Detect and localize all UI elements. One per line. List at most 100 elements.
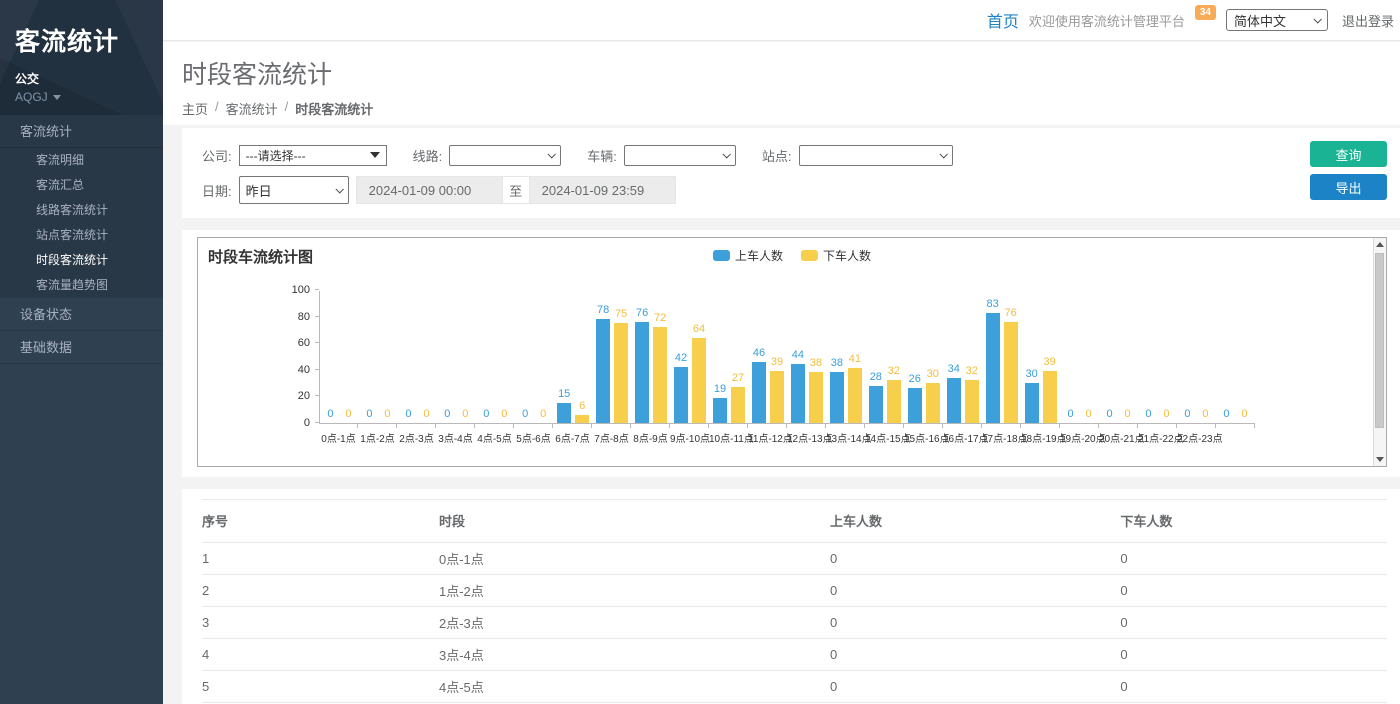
bar-value-label: 0	[522, 408, 528, 420]
bar-value-label: 78	[597, 304, 609, 316]
y-axis-tick-mark	[315, 395, 319, 396]
legend-item-上车人数[interactable]: 上车人数	[713, 247, 783, 264]
sidebar-item-客流量趋势图[interactable]: 客流量趋势图	[0, 273, 163, 298]
export-button[interactable]: 导出	[1310, 174, 1387, 200]
query-button[interactable]: 查询	[1310, 141, 1387, 167]
bar-group-19: 3039	[1021, 290, 1060, 423]
scrollbar-thumb[interactable]	[1375, 253, 1384, 428]
y-axis-tick-mark	[315, 422, 319, 423]
bar-上车人数[interactable]: 34	[947, 378, 961, 423]
bar-上车人数[interactable]: 38	[830, 372, 844, 423]
caret-down-icon	[53, 95, 61, 100]
bar-下车人数[interactable]: 32	[887, 380, 901, 423]
bar-下车人数[interactable]: 64	[692, 338, 706, 423]
chart-legend: 上车人数 下车人数	[713, 247, 871, 264]
table-cell: 0	[1120, 671, 1387, 703]
sidebar-menu: 客流统计客流明细客流汇总线路客流统计站点客流统计时段客流统计客流量趋势图设备状态…	[0, 115, 163, 364]
sidebar-item-设备状态[interactable]: 设备状态	[0, 298, 163, 331]
bar-value-label: 0	[462, 408, 468, 420]
bar-下车人数[interactable]: 41	[848, 368, 862, 423]
bar-group-7: 15 6	[554, 290, 593, 423]
legend-label: 下车人数	[823, 247, 871, 264]
scrollbar-up-arrow[interactable]	[1374, 238, 1386, 251]
bar-上车人数[interactable]: 19	[713, 398, 727, 423]
legend-item-下车人数[interactable]: 下车人数	[801, 247, 871, 264]
breadcrumb-separator: /	[285, 99, 289, 118]
x-axis-label: 16点-17点	[943, 430, 982, 445]
y-axis-tick-mark	[315, 316, 319, 317]
sidebar-item-线路客流统计[interactable]: 线路客流统计	[0, 198, 163, 223]
date-end-input[interactable]: 2024-01-09 23:59	[529, 176, 676, 204]
bar-上车人数[interactable]: 30	[1025, 383, 1039, 423]
x-axis-ticks	[319, 424, 1255, 428]
breadcrumb-item-2[interactable]: 客流统计	[226, 99, 278, 118]
table-cell: 1	[202, 543, 439, 575]
bar-上车人数[interactable]: 46	[752, 362, 766, 423]
x-axis-label: 8点-9点	[631, 430, 670, 445]
line-select[interactable]	[449, 145, 561, 166]
bar-下车人数[interactable]: 72	[653, 327, 667, 423]
sidebar-item-基础数据[interactable]: 基础数据	[0, 331, 163, 364]
triangle-down-icon	[370, 152, 380, 158]
bar-下车人数[interactable]: 76	[1004, 322, 1018, 423]
bar-下车人数[interactable]: 32	[965, 380, 979, 423]
notification-badge[interactable]: 34	[1195, 5, 1216, 20]
x-axis-label: 2点-3点	[397, 430, 436, 445]
bar-group-5: 00	[476, 290, 515, 423]
chevron-down-icon	[335, 185, 343, 193]
x-axis-tick	[514, 424, 553, 428]
chevron-down-icon	[722, 150, 730, 158]
chart-plot: 0204060801000000000000001567875767242641…	[319, 291, 1255, 445]
date-preset-select[interactable]: 昨日	[239, 176, 349, 204]
home-link[interactable]: 首页	[987, 8, 1019, 32]
bar-上车人数[interactable]: 28	[869, 386, 883, 423]
bar-上车人数[interactable]: 15	[557, 403, 571, 423]
bar-上车人数[interactable]: 76	[635, 322, 649, 423]
bar-下车人数[interactable]: 39	[1043, 371, 1057, 423]
bar-下车人数[interactable]: 27	[731, 387, 745, 423]
logout-link[interactable]: 退出登录	[1342, 11, 1394, 30]
bar-下车人数[interactable]: 6	[575, 415, 589, 423]
sidebar-item-客流统计[interactable]: 客流统计	[0, 115, 163, 148]
language-select[interactable]: 简体中文	[1226, 9, 1328, 31]
date-label: 日期:	[202, 181, 232, 200]
bar-group-9: 7672	[632, 290, 671, 423]
bar-上车人数[interactable]: 78	[596, 319, 610, 423]
station-select[interactable]	[799, 145, 953, 166]
bar-下车人数[interactable]: 30	[926, 383, 940, 423]
legend-swatch-icon	[713, 250, 730, 261]
x-axis-label: 3点-4点	[436, 430, 475, 445]
x-axis-tick	[943, 424, 982, 428]
triangle-up-icon	[1376, 242, 1384, 247]
company-select[interactable]: ---请选择---	[239, 145, 387, 166]
x-axis-label: 17点-18点	[982, 430, 1021, 445]
legend-swatch-icon	[801, 250, 818, 261]
bar-上车人数[interactable]: 26	[908, 388, 922, 423]
breadcrumb-item-1[interactable]: 主页	[182, 99, 208, 118]
date-start-input[interactable]: 2024-01-09 00:00	[356, 176, 503, 204]
x-axis-label: 0点-1点	[319, 430, 358, 445]
chart-vertical-scrollbar[interactable]	[1373, 238, 1386, 466]
sidebar-item-客流明细[interactable]: 客流明细	[0, 148, 163, 173]
x-axis-label: 22点-23点	[1177, 430, 1216, 445]
sidebar-item-站点客流统计[interactable]: 站点客流统计	[0, 223, 163, 248]
column-header-上车人数: 上车人数	[830, 500, 1120, 543]
table-cell: 0	[1120, 543, 1387, 575]
table-cell: 3	[202, 607, 439, 639]
bar-下车人数[interactable]: 75	[614, 323, 628, 423]
bar-下车人数[interactable]: 38	[809, 372, 823, 423]
scrollbar-down-arrow[interactable]	[1374, 453, 1386, 466]
table-row: 32点-3点00	[202, 607, 1387, 639]
bar-上车人数[interactable]: 83	[986, 313, 1000, 423]
sidebar-item-时段客流统计[interactable]: 时段客流统计	[0, 248, 163, 273]
sidebar-item-客流汇总[interactable]: 客流汇总	[0, 173, 163, 198]
vehicle-select[interactable]	[624, 145, 736, 166]
x-axis-tick	[670, 424, 709, 428]
bar-value-label: 39	[771, 356, 783, 368]
bar-group-20: 00	[1060, 290, 1099, 423]
bar-上车人数[interactable]: 44	[791, 364, 805, 423]
bar-value-label: 41	[849, 353, 861, 365]
bar-上车人数[interactable]: 42	[674, 367, 688, 423]
account-dropdown[interactable]: AQGJ	[15, 90, 163, 104]
bar-下车人数[interactable]: 39	[770, 371, 784, 423]
